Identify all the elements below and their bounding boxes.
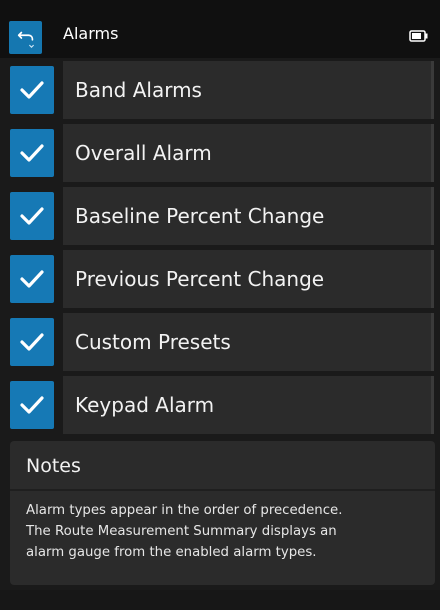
alarm-row-custom-presets[interactable]: Custom Presets — [0, 313, 440, 371]
checkmark-icon — [20, 270, 44, 288]
alarm-label: Band Alarms — [75, 78, 202, 102]
checkbox-band-alarms[interactable] — [10, 66, 54, 114]
notes-line: Alarm types appear in the order of prece… — [26, 503, 343, 518]
page-title: Alarms — [63, 24, 119, 43]
notes-text: Alarm types appear in the order of prece… — [26, 500, 426, 563]
battery-icon — [409, 30, 428, 42]
notes-line: The Route Measurement Summary displays a… — [26, 524, 337, 539]
alarm-row-body[interactable]: Overall Alarm — [63, 124, 434, 182]
alarm-row-body[interactable]: Baseline Percent Change — [63, 187, 434, 245]
divider — [10, 489, 435, 491]
alarm-label: Custom Presets — [75, 330, 231, 354]
checkbox-keypad-alarm[interactable] — [10, 381, 54, 429]
checkbox-baseline-percent-change[interactable] — [10, 192, 54, 240]
checkmark-icon — [20, 207, 44, 225]
checkbox-previous-percent-change[interactable] — [10, 255, 54, 303]
checkmark-icon — [20, 144, 44, 162]
checkmark-icon — [20, 396, 44, 414]
header-bar: Alarms — [0, 0, 440, 58]
checkmark-icon — [20, 81, 44, 99]
notes-title: Notes — [26, 455, 81, 477]
alarm-label: Previous Percent Change — [75, 267, 325, 291]
alarm-row-previous[interactable]: Previous Percent Change — [0, 250, 440, 308]
notes-line: alarm gauge from the enabled alarm types… — [26, 545, 317, 560]
alarm-row-body[interactable]: Custom Presets — [63, 313, 434, 371]
alarm-row-body[interactable]: Previous Percent Change — [63, 250, 434, 308]
alarm-label: Keypad Alarm — [75, 393, 215, 417]
alarm-label: Baseline Percent Change — [75, 204, 325, 228]
notes-panel: Notes Alarm types appear in the order of… — [10, 441, 435, 585]
alarm-row-baseline[interactable]: Baseline Percent Change — [0, 187, 440, 245]
alarm-row-band[interactable]: Band Alarms — [0, 61, 440, 119]
alarm-row-keypad[interactable]: Keypad Alarm — [0, 376, 440, 434]
alarm-row-body[interactable]: Band Alarms — [63, 61, 434, 119]
alarm-label: Overall Alarm — [75, 141, 212, 165]
checkmark-icon — [20, 333, 44, 351]
back-arrow-icon — [17, 31, 34, 48]
alarm-row-overall[interactable]: Overall Alarm — [0, 124, 440, 182]
back-button[interactable] — [9, 21, 42, 54]
checkbox-overall-alarm[interactable] — [10, 129, 54, 177]
checkbox-custom-presets[interactable] — [10, 318, 54, 366]
alarm-row-body[interactable]: Keypad Alarm — [63, 376, 434, 434]
bottom-bar — [0, 590, 440, 610]
